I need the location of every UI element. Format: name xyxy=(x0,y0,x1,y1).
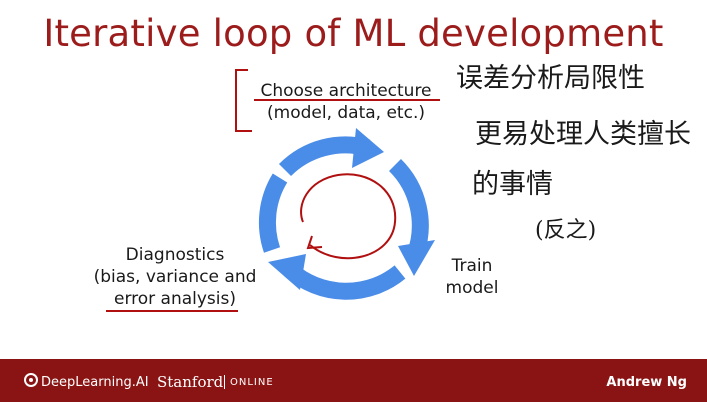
diagnostics-line2: (bias, variance and xyxy=(93,267,257,287)
loop-arrowhead-top xyxy=(352,128,384,168)
footer-separator xyxy=(224,375,225,389)
loop-arc-right xyxy=(388,158,429,258)
diagnostics-label: Diagnostics (bias, variance and error an… xyxy=(80,244,270,310)
footer-partner: Stanford xyxy=(157,373,224,391)
slide: Iterative loop of ML development Choose … xyxy=(0,0,707,402)
diagnostics-line1: Diagnostics xyxy=(125,245,225,265)
choose-architecture-line2: (model, data, etc.) xyxy=(267,103,425,123)
red-inner-loop xyxy=(300,173,397,260)
deeplearning-logo-icon xyxy=(24,373,38,387)
diagnostics-line3: error analysis) xyxy=(113,289,237,309)
train-line2: model xyxy=(445,278,499,298)
loop-arc-left xyxy=(258,173,288,253)
loop-arrows-icon xyxy=(258,128,435,300)
train-line1: Train xyxy=(451,256,493,276)
loop-arc-bottom xyxy=(284,263,406,300)
choose-architecture-line1: Choose architecture xyxy=(260,81,432,101)
loop-diagram xyxy=(106,69,440,312)
footer-partner-suffix: ONLINE xyxy=(230,377,274,388)
loop-arrowhead-bottom xyxy=(268,254,306,290)
footer-bar: DeepLearning.AI Stanford ONLINE Andrew N… xyxy=(0,359,707,402)
footer-brand: DeepLearning.AI xyxy=(41,375,149,390)
choose-architecture-label: Choose architecture (model, data, etc.) xyxy=(246,80,446,124)
train-model-label: Train model xyxy=(432,255,512,299)
footer-presenter: Andrew Ng xyxy=(606,375,687,390)
loop-arrowhead-right xyxy=(398,240,435,276)
